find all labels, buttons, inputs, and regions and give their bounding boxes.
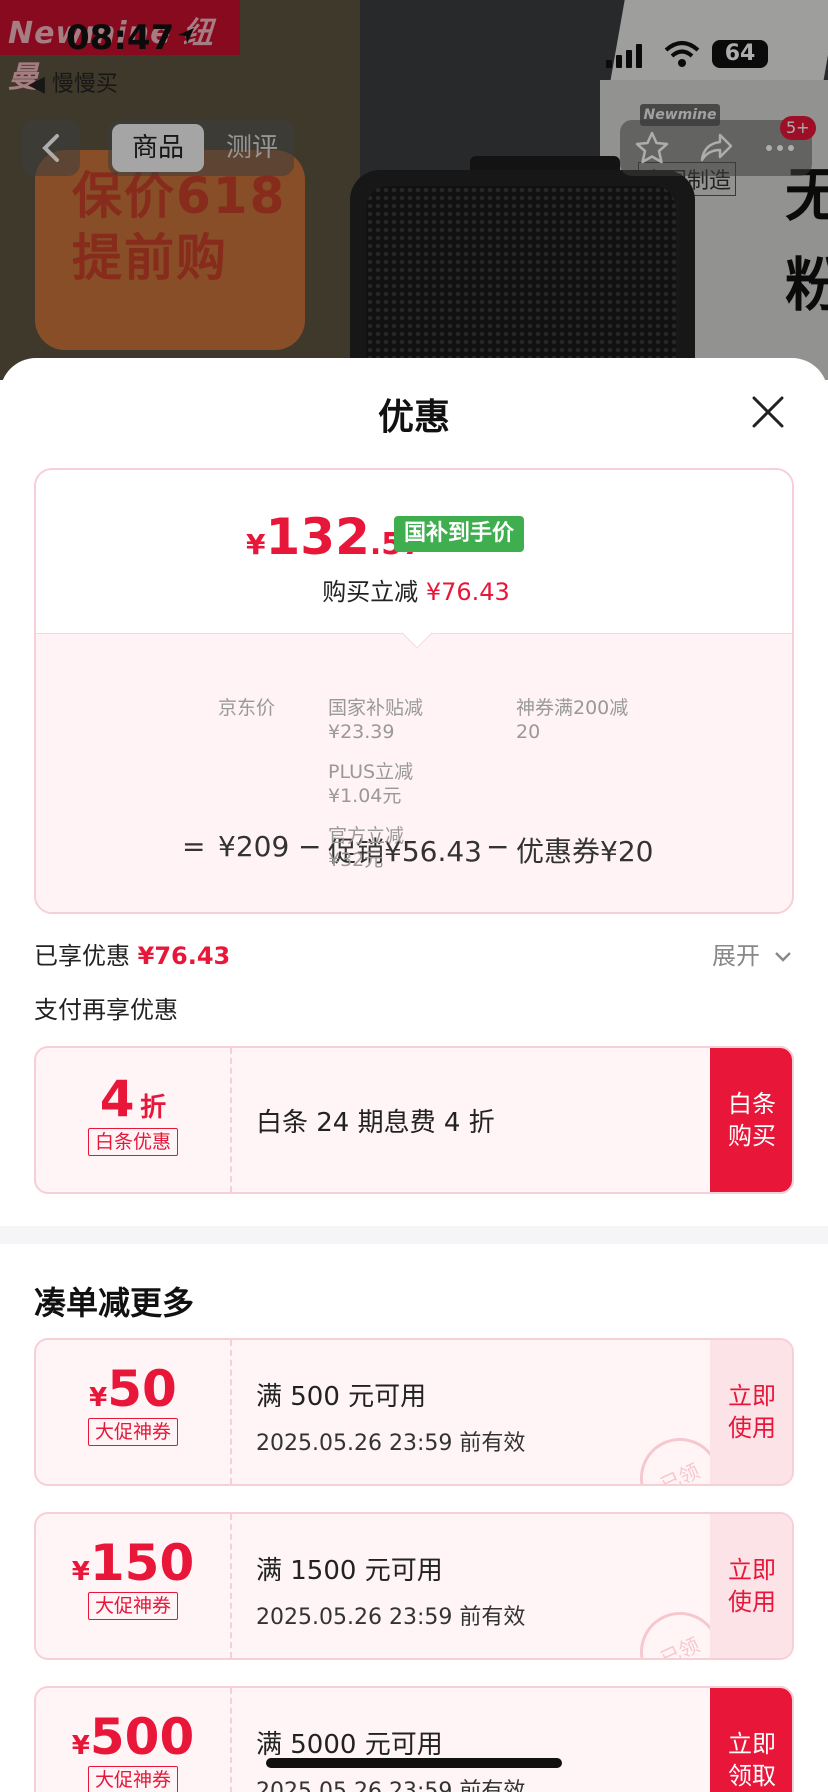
- coupon-currency: ¥: [71, 1731, 90, 1761]
- coupon-validity: 2025.05.26 23:59 前有效: [256, 1431, 526, 1456]
- coupon-currency: ¥: [89, 1383, 108, 1413]
- coupon-value-number: 50: [107, 1360, 177, 1418]
- home-indicator[interactable]: [266, 1758, 562, 1768]
- purchase-reduction: 购买立减 ¥76.43: [36, 572, 792, 607]
- coupon-value-number: 500: [89, 1708, 195, 1766]
- price-breakdown-card: ¥132.57 国补到手价 购买立减 ¥76.43 = ¥209 京东价 − 促…: [34, 468, 794, 914]
- coupon-currency: ¥: [71, 1557, 90, 1587]
- close-icon[interactable]: [750, 394, 786, 430]
- use-now-label: 使用: [728, 1588, 776, 1616]
- claim-now-label: 立即: [728, 1730, 776, 1758]
- use-now-label: 使用: [728, 1414, 776, 1442]
- coupon-info: 满 5000 元可用 2025.05.26 23:59 前有效: [256, 1688, 525, 1792]
- coupon-validity: 2025.05.26 23:59 前有效: [256, 1779, 526, 1792]
- modal-dim-overlay[interactable]: [0, 0, 828, 380]
- minus-sign-1: −: [298, 830, 322, 863]
- coupon-detail-line: 神券满200减: [516, 697, 629, 719]
- price-calculation: = ¥209 京东价 − 促销¥56.43 国家补贴减 ¥23.39 PLUS立…: [36, 633, 792, 912]
- baitiao-value: 4 折 白条优惠: [36, 1048, 232, 1192]
- coupon-detail: 神券满200减 20: [516, 696, 628, 744]
- baitiao-value-number: 4: [99, 1070, 135, 1128]
- coupon-value: ¥50 大促神券: [36, 1340, 232, 1484]
- baitiao-desc-wrap: 白条 24 期息费 4 折: [256, 1048, 495, 1192]
- baitiao-buy-label: 购买: [728, 1122, 776, 1150]
- coupon-detail-line: 20: [516, 721, 541, 743]
- coupon-amount: ¥50: [36, 1360, 230, 1418]
- use-now-button[interactable]: 立即 使用: [710, 1514, 792, 1658]
- coupon-value-number: 150: [89, 1534, 195, 1592]
- enjoyed-amount: ¥76.43: [137, 942, 231, 970]
- final-price-integer: 132: [265, 508, 370, 566]
- promo-item-line: ¥23.39: [328, 721, 395, 743]
- promo-item-line: PLUS立减: [328, 761, 414, 783]
- coupon-value: ¥150 大促神券: [36, 1514, 232, 1658]
- enjoyed-label: 已享优惠: [34, 942, 130, 970]
- coupon-item[interactable]: ¥150 大促神券 满 1500 元可用 2025.05.26 23:59 前有…: [34, 1512, 794, 1660]
- promo-item-line: ¥32元: [328, 849, 384, 871]
- reduction-label: 购买立减: [322, 578, 419, 606]
- coupon-item[interactable]: ¥500 大促神券 满 5000 元可用 2025.05.26 23:59 前有…: [34, 1686, 794, 1792]
- coupon-condition: 满 1500 元可用: [256, 1556, 443, 1586]
- coupon-value: ¥500 大促神券: [36, 1688, 232, 1792]
- promo-item-subsidy: 国家补贴减 ¥23.39: [328, 696, 423, 744]
- equals-sign: =: [182, 830, 206, 863]
- reduction-amount: ¥76.43: [425, 578, 510, 606]
- coupon-condition: 满 5000 元可用: [256, 1730, 443, 1760]
- expand-button[interactable]: 展开: [712, 936, 792, 971]
- jd-price-label: 京东价: [218, 697, 276, 719]
- promo-item-line: 官方立减: [328, 825, 405, 847]
- baitiao-tag: 白条优惠: [87, 1128, 178, 1156]
- promo-item-line: 国家补贴减: [328, 697, 424, 719]
- final-price-currency: ¥: [246, 528, 266, 561]
- coupon-info: 满 500 元可用 2025.05.26 23:59 前有效: [256, 1340, 525, 1484]
- coupon-condition: 满 500 元可用: [256, 1382, 427, 1412]
- pay-more-heading: 支付再享优惠: [34, 996, 178, 1024]
- claim-now-label: 领取: [728, 1762, 776, 1790]
- baitiao-coupon[interactable]: 4 折 白条优惠 白条 24 期息费 4 折 白条 购买: [34, 1046, 794, 1194]
- coupon-amount: ¥500: [36, 1708, 230, 1766]
- promo-item-official: 官方立减 ¥32元: [328, 824, 404, 872]
- coupon-item[interactable]: ¥50 大促神券 满 500 元可用 2025.05.26 23:59 前有效 …: [34, 1338, 794, 1486]
- section-divider: [0, 1226, 828, 1244]
- coupon-info: 满 1500 元可用 2025.05.26 23:59 前有效: [256, 1514, 525, 1658]
- gov-subsidy-tag: 国补到手价: [394, 516, 525, 552]
- coupon-tag: 大促神券: [87, 1766, 178, 1792]
- jd-price: ¥209: [218, 830, 290, 863]
- use-now-label: 立即: [728, 1556, 776, 1584]
- baitiao-value-unit: 折: [140, 1093, 167, 1123]
- enjoyed-discount: 已享优惠 ¥76.43: [34, 936, 230, 971]
- coupon-total: 优惠券¥20: [516, 835, 654, 868]
- more-discount-title: 凑单减更多: [34, 1284, 195, 1322]
- baitiao-desc: 白条 24 期息费 4 折: [256, 1108, 495, 1138]
- price-summary: ¥132.57 国补到手价 购买立减 ¥76.43: [36, 470, 792, 633]
- minus-sign-2: −: [486, 830, 510, 863]
- discount-sheet: 优惠 ¥132.57 国补到手价 购买立减 ¥76.43 = ¥209 京东价 …: [0, 358, 828, 1792]
- coupon-tag: 大促神券: [87, 1592, 178, 1620]
- baitiao-discount: 4 折: [36, 1070, 230, 1128]
- chevron-down-icon: [774, 952, 791, 962]
- expand-label: 展开: [712, 942, 760, 970]
- coupon-tag: 大促神券: [87, 1418, 178, 1446]
- use-now-label: 立即: [728, 1382, 776, 1410]
- baitiao-buy-label: 白条: [728, 1090, 776, 1118]
- coupon-validity: 2025.05.26 23:59 前有效: [256, 1605, 526, 1630]
- coupon-amount: ¥150: [36, 1534, 230, 1592]
- promo-item-plus: PLUS立减 ¥1.04元: [328, 760, 413, 808]
- claim-now-button[interactable]: 立即 领取: [710, 1688, 792, 1792]
- promo-item-line: ¥1.04元: [328, 785, 402, 807]
- sheet-title: 优惠: [377, 397, 450, 438]
- baitiao-buy-button[interactable]: 白条 购买: [710, 1048, 792, 1192]
- use-now-button[interactable]: 立即 使用: [710, 1340, 792, 1484]
